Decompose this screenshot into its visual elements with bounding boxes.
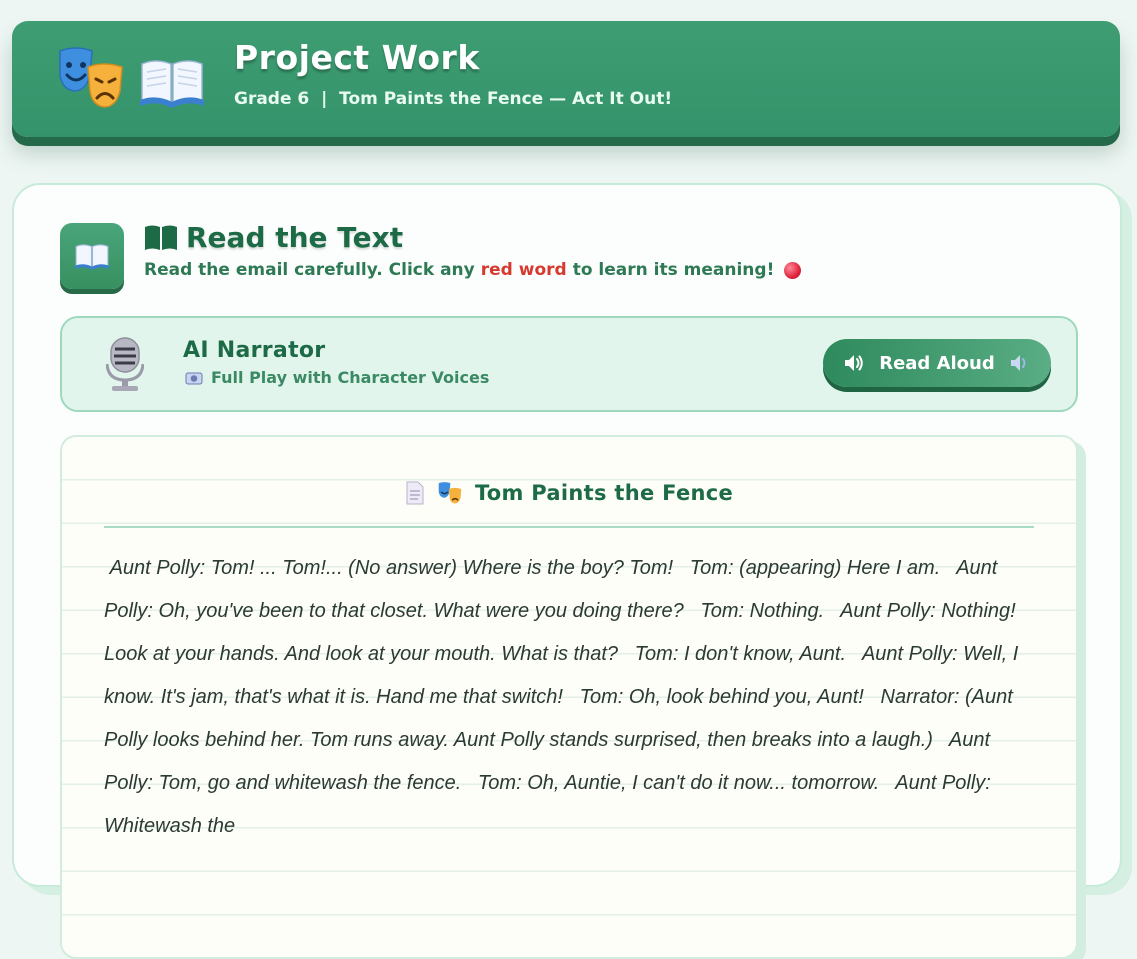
reading-card: Read the Text Read the email carefully. …: [12, 183, 1122, 959]
theater-masks-icon: [438, 482, 462, 504]
speaker-volume-icon: [1010, 355, 1026, 371]
read-aloud-button[interactable]: Read Aloud: [823, 339, 1051, 387]
narrator-title: AI Narrator: [183, 338, 326, 363]
speaker-icon: [845, 355, 863, 371]
section-title: Read the Text: [144, 221, 403, 254]
story-title-text: Tom Paints the Fence: [474, 481, 734, 505]
ai-narrator-panel: AI Narrator Full Play with Character Voi…: [60, 316, 1078, 412]
narrator-subtitle: Full Play with Character Voices: [185, 368, 489, 387]
story-title: Tom Paints the Fence: [62, 481, 1076, 505]
page-header: Project Work Grade 6 | Tom Paints the Fe…: [12, 21, 1120, 137]
open-book-icon: [140, 60, 204, 108]
camera-icon: [185, 372, 203, 384]
read-aloud-label: Read Aloud: [879, 352, 995, 374]
microphone-icon: [106, 337, 144, 391]
theater-masks-icon: [59, 47, 123, 108]
narrator-subtitle-text: Full Play with Character Voices: [211, 368, 490, 387]
red-dot-icon: [784, 261, 802, 279]
green-book-icon: [145, 225, 177, 250]
instruction-text-end: to learn its meaning!: [572, 260, 775, 280]
title-divider: [104, 526, 1034, 528]
instruction-text: Read the email carefully. Click any: [144, 260, 475, 280]
open-book-icon: [75, 244, 109, 270]
story-text-panel: Tom Paints the Fence Aunt Polly: Tom! ..…: [60, 435, 1078, 959]
page-title: Project Work: [234, 38, 480, 77]
document-icon: [406, 481, 424, 505]
red-word-hint: red word: [480, 260, 567, 280]
section-book-badge: [60, 223, 124, 289]
section-instructions: Read the email carefully. Click any red …: [144, 260, 802, 280]
story-body: Aunt Polly: Tom! ... Tom!... (No answer)…: [104, 557, 1024, 837]
page-subtitle: Grade 6 | Tom Paints the Fence — Act It …: [234, 89, 673, 109]
section-title-text: Read the Text: [186, 221, 404, 254]
